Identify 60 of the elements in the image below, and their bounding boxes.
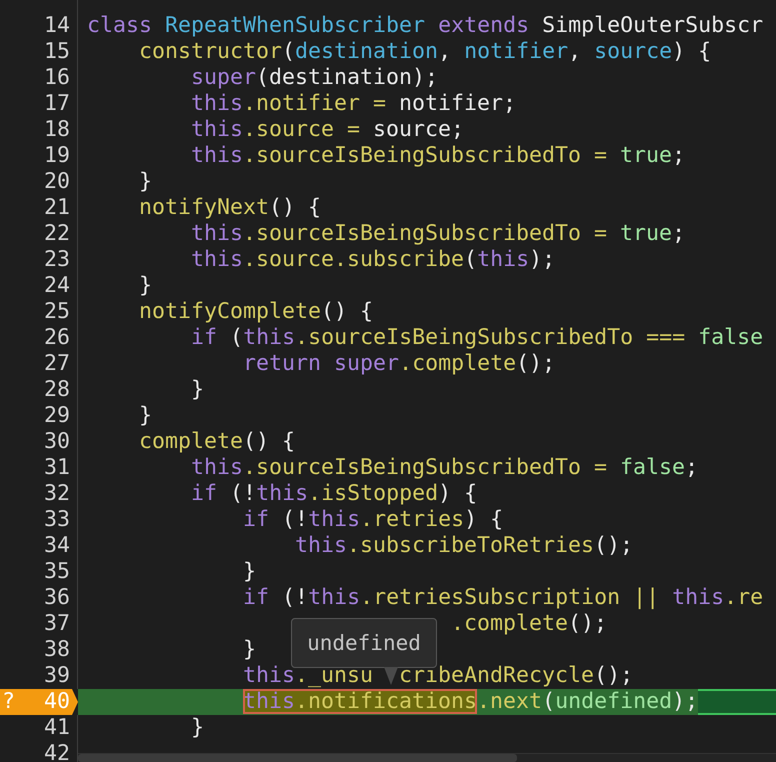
line-number: 33 bbox=[44, 507, 70, 533]
line-number: 41 bbox=[44, 715, 70, 741]
line-number: 27 bbox=[44, 351, 70, 377]
code-line: } bbox=[190, 377, 204, 403]
line-number: 36 bbox=[44, 585, 70, 611]
code-line: } bbox=[138, 169, 152, 195]
line-number: 31 bbox=[44, 455, 70, 481]
code-line: notifyNext() { bbox=[138, 195, 322, 221]
line-number: 23 bbox=[44, 247, 70, 273]
code-line: this.sourceIsBeingSubscribedTo = false; bbox=[190, 455, 698, 481]
code-line: super(destination); bbox=[190, 65, 438, 91]
line-number: 34 bbox=[44, 533, 70, 559]
code-line: class RepeatWhenSubscriber extends SimpleOuterSubscr bbox=[86, 13, 764, 39]
line-number: 15 bbox=[44, 39, 70, 65]
line-number: 20 bbox=[44, 169, 70, 195]
line-number: 29 bbox=[44, 403, 70, 429]
code-line: } bbox=[242, 637, 256, 663]
line-number: 19 bbox=[44, 143, 70, 169]
line-number: 37 bbox=[44, 611, 70, 637]
code-line: complete() { bbox=[138, 429, 296, 455]
code-line: if (!this.retries) { bbox=[242, 507, 504, 533]
marker-label: ? bbox=[1, 689, 16, 715]
code-line: this.source.subscribe(this); bbox=[190, 247, 556, 273]
line-number: 16 bbox=[44, 65, 70, 91]
line-number: 22 bbox=[44, 221, 70, 247]
code-line: this.subscribeToRetries(); bbox=[294, 533, 634, 559]
code-line: .complete(); bbox=[450, 611, 608, 637]
horizontal-scrollbar[interactable] bbox=[78, 753, 776, 762]
line-number: 35 bbox=[44, 559, 70, 585]
value-tooltip: undefined bbox=[291, 618, 437, 668]
scrollbar-thumb[interactable] bbox=[78, 754, 517, 762]
code-line: } bbox=[138, 403, 152, 429]
tooltip-pointer-icon bbox=[384, 667, 398, 685]
line-number: 30 bbox=[44, 429, 70, 455]
code-line: constructor(destination, notifier, source) { bbox=[138, 39, 712, 65]
code-line: if (this.sourceIsBeingSubscribedTo === false bbox=[190, 325, 764, 351]
code-line: notifyComplete() { bbox=[138, 299, 374, 325]
line-number: 38 bbox=[44, 637, 70, 663]
line-number: 40 bbox=[44, 689, 70, 715]
code-line: } bbox=[242, 559, 256, 585]
line-number: 14 bbox=[44, 13, 70, 39]
line-number: 26 bbox=[44, 325, 70, 351]
code-line: if (!this.isStopped) { bbox=[190, 481, 478, 507]
code-line: this.sourceIsBeingSubscribedTo = true; bbox=[190, 221, 686, 247]
line-number: 32 bbox=[44, 481, 70, 507]
code-line: } bbox=[138, 273, 152, 299]
line-number: 39 bbox=[44, 663, 70, 689]
code-line: } bbox=[190, 715, 204, 741]
line-number: 21 bbox=[44, 195, 70, 221]
code-line: this.notifier = notifier; bbox=[190, 91, 516, 117]
line-number: 28 bbox=[44, 377, 70, 403]
code-line: return super.complete(); bbox=[242, 351, 556, 377]
line-number: 18 bbox=[44, 117, 70, 143]
code-line: this.sourceIsBeingSubscribedTo = true; bbox=[190, 143, 686, 169]
line-number: 25 bbox=[44, 299, 70, 325]
line-number: 17 bbox=[44, 91, 70, 117]
code-line: if (!this.retriesSubscription || this.re bbox=[242, 585, 764, 611]
line-number: 24 bbox=[44, 273, 70, 299]
line-number: 42 bbox=[44, 741, 70, 762]
code-line: this.source = source; bbox=[190, 117, 464, 143]
